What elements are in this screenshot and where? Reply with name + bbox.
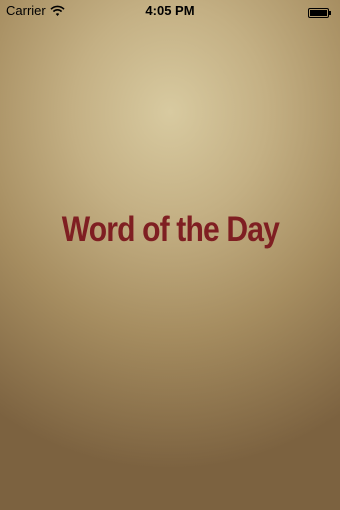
splash-title-container: Word of the Day [0, 210, 340, 250]
app-title: Word of the Day [61, 210, 279, 249]
status-bar: Carrier 4:05 PM [0, 0, 340, 22]
status-time: 4:05 PM [145, 3, 195, 18]
battery-icon [308, 6, 332, 18]
